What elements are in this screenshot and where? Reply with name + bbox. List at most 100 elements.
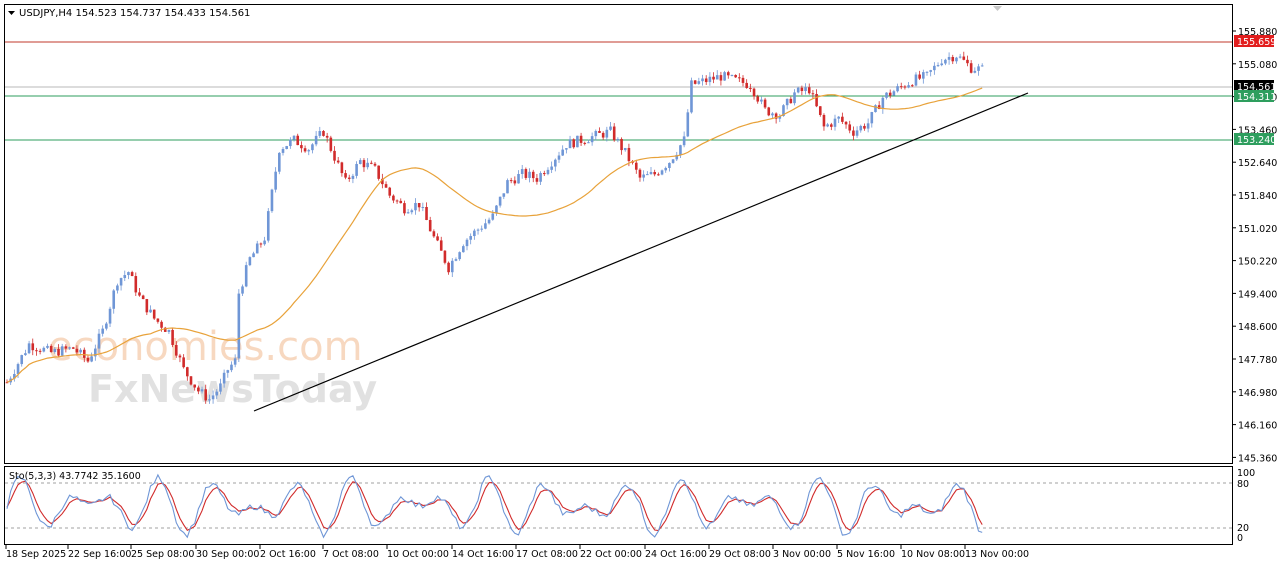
candle-body [278,152,281,172]
candle-body [940,63,944,66]
candle-body [910,85,914,87]
candle-body [432,231,436,237]
candle-body [384,184,388,188]
x-tick-label: 3 Nov 00:00 [773,549,831,560]
candle-body [189,376,193,385]
candle-body [690,80,693,113]
candle-body [340,162,344,174]
candle-body [951,56,955,62]
candle-body [395,200,399,202]
candle-body [436,236,439,241]
candle-body [226,370,230,373]
candle-body [609,126,612,130]
x-tick-label: 14 Oct 16:00 [452,549,514,560]
candle-body [123,275,127,279]
candle-body [75,348,79,353]
candle-body [977,66,980,71]
x-tick-label: 13 Nov 00:00 [965,549,1029,560]
candle-body [296,135,300,146]
candle-body [325,135,329,138]
watermark-line2: FxNewsToday [88,367,377,411]
candle-body [355,163,358,176]
oscillator-header: Sto(5,3,3) 43.7742 35.1600 [9,471,141,482]
candle-body [627,147,631,162]
candle-body [266,211,270,241]
candle-body [914,74,918,86]
candle-body [230,364,233,371]
candle-body [484,223,487,229]
candle-body [590,136,594,143]
candle-body [219,383,222,392]
candle-body [197,387,200,392]
candle-body [969,63,973,73]
candle-body [64,346,68,349]
candle-body [208,399,211,401]
candle-body [97,333,101,349]
x-tick-label: 2 Oct 16:00 [260,549,316,560]
candle-body [892,91,896,96]
candle-body [594,130,598,137]
candle-body [49,345,53,353]
candle-body [35,350,38,352]
level-label-support-1: 154.311 [1234,90,1276,103]
candle-body [156,318,160,322]
candle-body [513,180,517,184]
candle-body [535,178,539,182]
x-tick-label: 5 Nov 16:00 [837,549,895,560]
candle-body [756,96,760,102]
candle-body [955,57,958,62]
candle-body [870,112,874,124]
candle-body [863,125,866,129]
candle-body [498,196,502,206]
candle-body [789,98,793,104]
candle-body [620,138,623,151]
candle-body [458,252,461,260]
candle-body [399,200,403,204]
candle-body [149,309,152,313]
y-tick-label: 152.640 [1238,158,1277,169]
candle-body [664,167,668,171]
x-tick-label: 10 Nov 08:00 [901,549,965,560]
candle-body [491,213,495,220]
candle-body [888,92,892,96]
candle-body [79,349,82,353]
candle-body [322,131,325,136]
candle-body [204,389,208,401]
candle-body [785,98,789,106]
candle-body [112,290,116,309]
candle-body [848,124,852,131]
candle-body [646,174,649,176]
candle-body [373,163,377,166]
candle-body [671,159,675,163]
candle-body [557,155,561,160]
candle-body [517,173,520,184]
candle-body [255,243,259,254]
candle-body [859,125,863,131]
candle-body [20,355,24,365]
candle-body [259,243,263,245]
x-tick-label: 10 Oct 00:00 [387,549,449,560]
level-label-resistance: 155.659 [1234,35,1276,48]
candle-body [973,70,977,73]
candle-body [807,87,811,94]
candle-body [31,343,35,351]
candle-body [82,349,86,358]
candle-body [42,347,46,352]
candle-body [127,272,130,276]
candle-body [572,139,576,148]
candle-body [141,295,145,300]
candle-body [903,86,907,88]
candle-body [403,203,406,214]
candle-body [653,172,656,175]
candle-body [215,391,219,396]
candle-body [351,175,355,179]
candle-body [874,105,877,113]
candle-body [682,136,686,146]
candle-body [68,347,71,349]
candle-body [686,112,690,137]
candle-body [800,87,804,92]
candle-body [657,174,660,176]
candle-body [465,239,469,247]
candle-body [480,228,484,230]
candle-body [866,123,870,129]
